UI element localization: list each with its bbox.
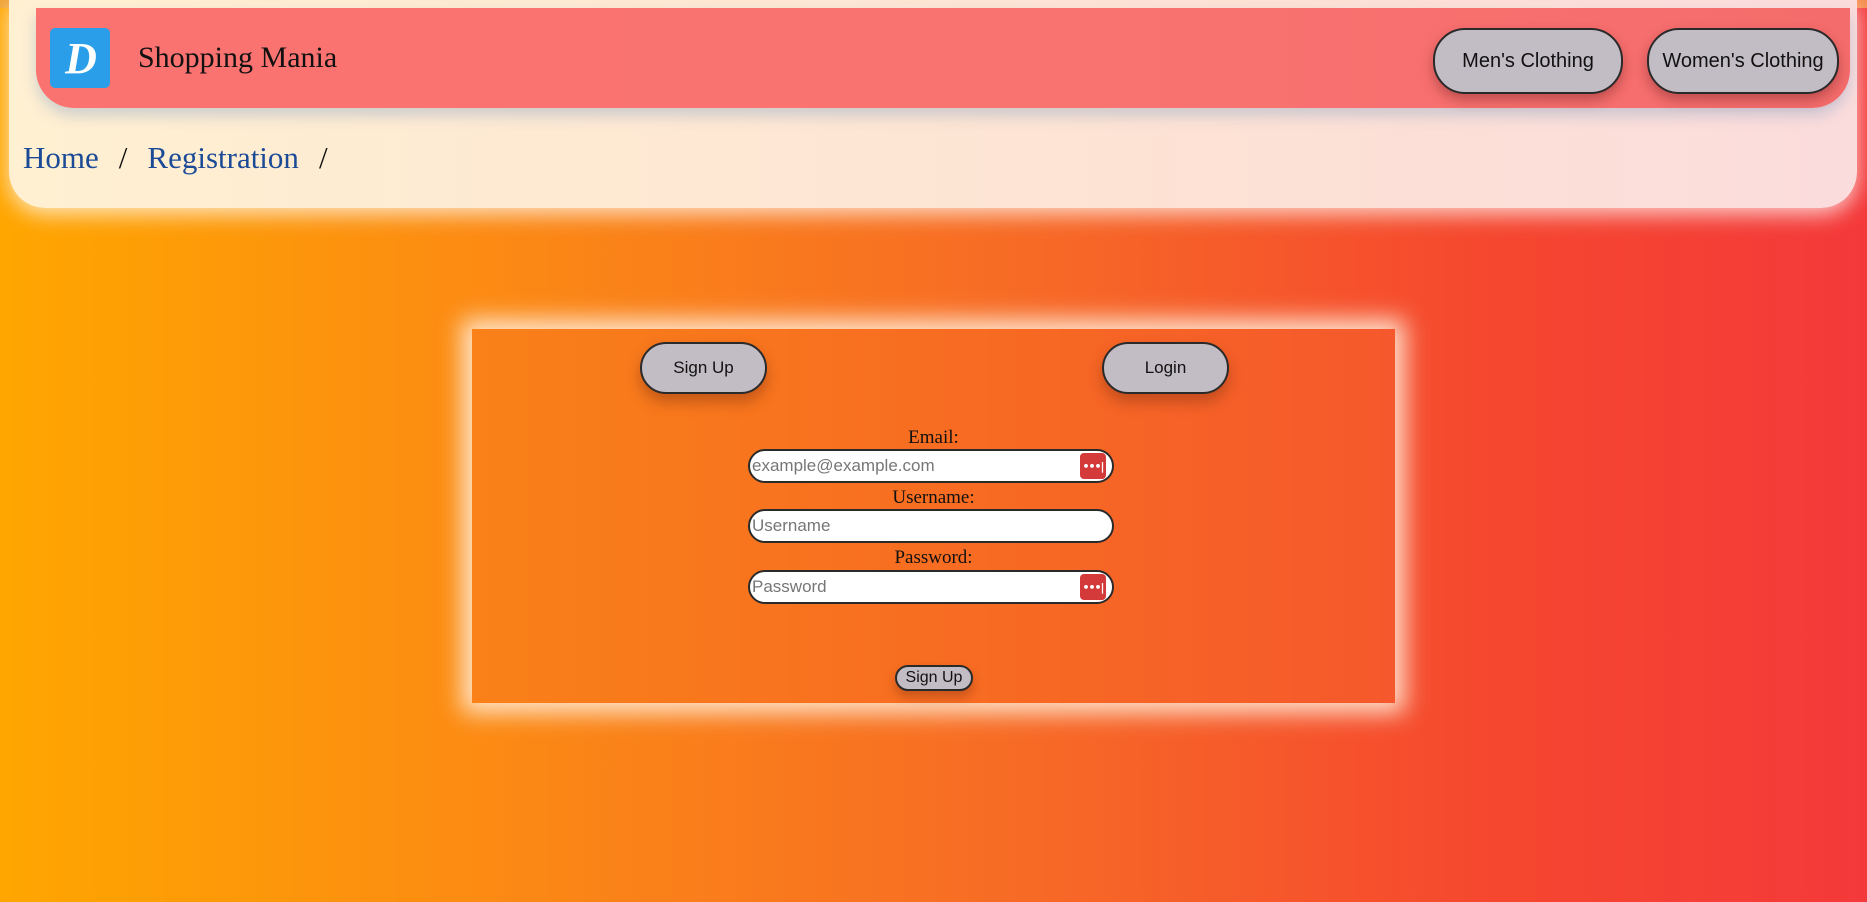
- breadcrumb-registration-link[interactable]: Registration: [147, 138, 299, 178]
- registration-form-card: Sign Up Login Email: •••| Username: Pass…: [472, 329, 1395, 703]
- breadcrumb-separator: /: [318, 140, 328, 175]
- password-input[interactable]: [750, 573, 1080, 601]
- email-label: Email:: [908, 427, 959, 448]
- password-manager-icon[interactable]: •••|: [1080, 453, 1106, 479]
- password-label: Password:: [894, 547, 973, 568]
- logo-letter-icon: D: [64, 34, 97, 83]
- username-label: Username:: [892, 487, 975, 508]
- signup-submit-button[interactable]: Sign Up: [895, 665, 973, 691]
- womens-clothing-button[interactable]: Women's Clothing: [1647, 28, 1839, 94]
- breadcrumb-separator: /: [118, 140, 128, 175]
- password-field-wrapper: •••|: [748, 570, 1114, 604]
- breadcrumb: Home / Registration /: [23, 138, 348, 178]
- logo-letter: D: [64, 34, 97, 83]
- mens-clothing-button[interactable]: Men's Clothing: [1433, 28, 1623, 94]
- breadcrumb-home-link[interactable]: Home: [23, 138, 99, 178]
- header-card: D Shopping Mania Men's Clothing Women's …: [9, 0, 1857, 208]
- email-field-wrapper: •••|: [748, 449, 1114, 483]
- password-manager-icon[interactable]: •••|: [1080, 574, 1106, 600]
- navbar: D Shopping Mania Men's Clothing Women's …: [36, 8, 1850, 108]
- brand-title: Shopping Mania: [138, 41, 338, 74]
- email-input[interactable]: [750, 452, 1080, 480]
- signup-tab-button[interactable]: Sign Up: [640, 342, 767, 394]
- username-field-wrapper: [748, 509, 1114, 543]
- logo-icon[interactable]: D: [50, 28, 110, 88]
- username-input[interactable]: [750, 512, 1112, 540]
- login-tab-button[interactable]: Login: [1102, 342, 1229, 394]
